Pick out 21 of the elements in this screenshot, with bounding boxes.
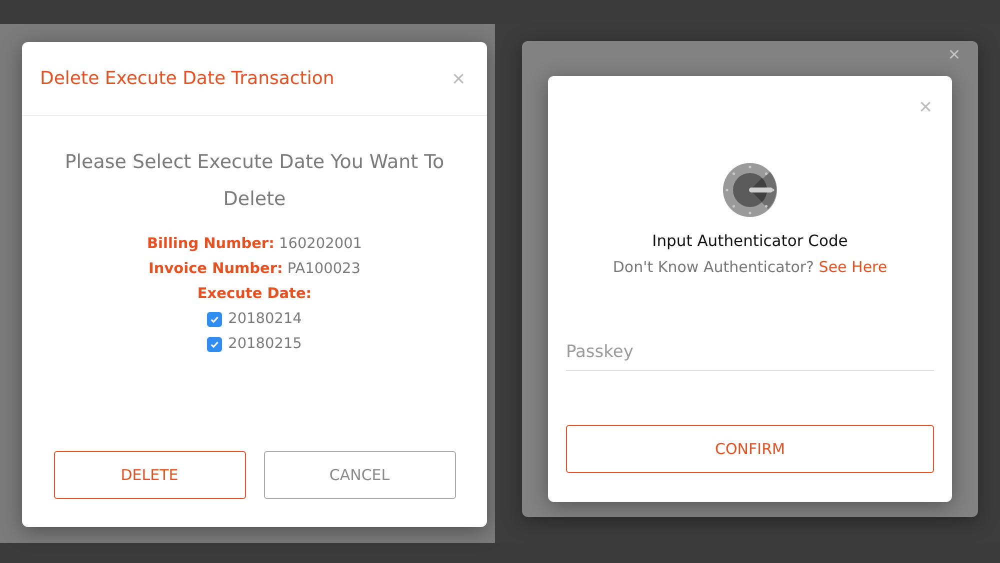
help-text: Don't Know Authenticator? See Here: [612, 258, 888, 276]
check-icon: [210, 340, 220, 349]
checkbox[interactable]: [207, 312, 222, 327]
check-icon: [210, 315, 220, 324]
authenticator-icon: [722, 162, 778, 218]
close-button[interactable]: ×: [944, 45, 964, 65]
confirm-button[interactable]: CONFIRM: [566, 425, 934, 473]
dialog-question: Please Select Execute Date You Want To Delete: [64, 150, 446, 212]
info-line: Billing Number: 160202001: [146, 235, 362, 254]
dialog-title: Input Authenticator Code: [652, 232, 848, 250]
date-label: 20180214: [228, 310, 302, 329]
date-label: 20180215: [228, 335, 302, 354]
close-button[interactable]: ×: [448, 66, 469, 92]
delete-button[interactable]: DELETE: [54, 451, 246, 499]
info-line: Invoice Number: PA100023: [148, 260, 360, 279]
dialog-title: Delete Execute Date Transaction: [40, 68, 334, 89]
see-here-link[interactable]: See Here: [818, 258, 888, 276]
close-button[interactable]: ×: [915, 94, 936, 120]
execute-date-label: Execute Date:: [197, 286, 312, 302]
cancel-button[interactable]: CANCEL: [264, 451, 456, 499]
checkbox[interactable]: [207, 337, 222, 352]
